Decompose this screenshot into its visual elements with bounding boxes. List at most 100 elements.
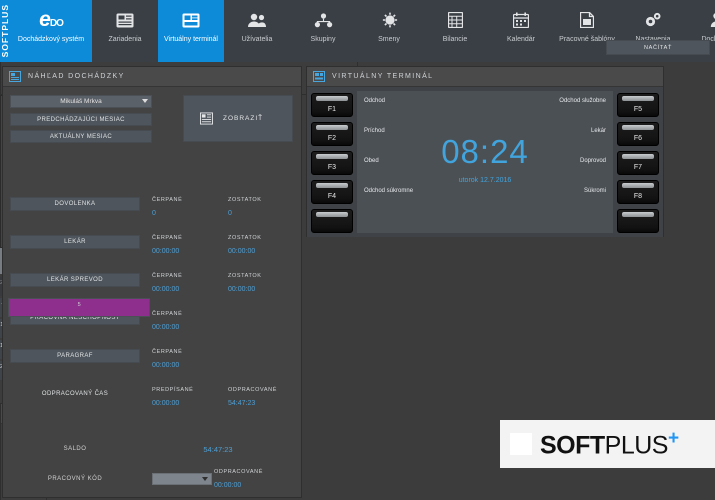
ribbon-item-bilancie[interactable]: Bilancie	[422, 0, 488, 62]
function-key-blank-4[interactable]	[617, 209, 659, 233]
calendar-icon	[513, 7, 529, 33]
month-button-group: PREDCHÁDZAJÚCI MESIAC AKTUÁLNY MESIAC	[10, 113, 152, 143]
show-button-label: ZOBRAZIŤ	[223, 115, 263, 122]
metric-label: ODPRACOVANÉ	[228, 387, 292, 393]
work-code-select[interactable]	[152, 473, 212, 485]
terminal-icon	[182, 7, 200, 33]
balance-row-metric-1: ČERPANÉ00:00:00	[140, 311, 216, 331]
function-key-f6[interactable]: F6	[617, 122, 659, 146]
terminal-icon	[312, 71, 325, 83]
work-code-worked-value: 00:00:00	[214, 482, 286, 489]
watermark-text: SOFTPLUS+	[540, 428, 679, 460]
function-key-f4[interactable]: F4	[311, 180, 353, 204]
function-key-blank-4[interactable]	[311, 209, 353, 233]
metric-label: ZOSTATOK	[228, 197, 292, 203]
metric-label: ČERPANÉ	[152, 349, 216, 355]
terminal-screen: OdchodPríchodObedOdchod súkromne Odchod …	[357, 91, 613, 233]
metric-value: 00:00:00	[152, 362, 216, 369]
balance-row-label[interactable]: PARAGRAF	[10, 349, 140, 363]
metric-value: 0	[152, 210, 216, 217]
watermark-bold: SOFT	[540, 431, 605, 459]
load-button-secondary[interactable]: NAČÍTAŤ	[606, 40, 710, 55]
brand-strip: SOFTPLUS	[0, 0, 10, 62]
ribbon-item-skupiny[interactable]: Skupiny	[290, 0, 356, 62]
function-keys-left: F1 F2 F3 F4	[311, 91, 353, 233]
metric-label: ZOSTATOK	[228, 273, 292, 279]
balance-row-metric-2: ODPRACOVANÉ 54:47:23	[216, 387, 292, 407]
function-key-label: F4	[328, 193, 336, 200]
function-key-f7[interactable]: F7	[617, 151, 659, 175]
balance-row-label[interactable]: LEKÁR SPREVOD	[10, 273, 140, 287]
metric-value: 00:00:00	[228, 286, 292, 293]
metric-value: 00:00:00	[152, 400, 216, 407]
balance-row-metric-2: ZOSTATOK 00:00:00	[216, 273, 292, 293]
function-key-label: F6	[634, 135, 642, 142]
work-code-label: PRACOVNÝ KÓD	[10, 469, 140, 482]
attendance-icon	[710, 7, 715, 33]
edo-logo-icon: eDO	[39, 7, 63, 33]
watermark-light: PLUS	[605, 431, 668, 459]
metric-value: 54:47:23	[228, 400, 292, 407]
balance-icon	[448, 7, 463, 33]
ribbon-item-label: Skupiny	[309, 36, 338, 45]
ribbon-item-smeny[interactable]: Smeny	[356, 0, 422, 62]
balance-row-label: ODPRACOVANÝ ČAS	[10, 387, 140, 401]
function-keys-right: F5 F6 F7 F8	[617, 91, 659, 233]
virtual-terminal-title: VIRTUÁLNY TERMINÁL	[332, 73, 433, 80]
metric-value: 00:00:00	[152, 286, 216, 293]
user-select[interactable]: Mikuláš Mrkva	[10, 95, 152, 108]
ribbon-item-virtu-lny-termin-l[interactable]: Virtuálny terminál	[158, 0, 224, 62]
balance-row-metric-2: ZOSTATOK0	[216, 197, 292, 217]
chevron-down-icon	[142, 99, 148, 103]
calendar-day[interactable]: 5	[8, 298, 150, 317]
metric-label: ČERPANÉ	[152, 235, 216, 241]
function-key-f5[interactable]: F5	[617, 93, 659, 117]
ribbon-item-label: Virtuálny terminál	[162, 36, 220, 45]
terminal-action-label-f4: Odchod súkromne	[364, 188, 413, 194]
balance-row-metric-1: ČERPANÉ00:00:00	[140, 273, 216, 293]
table-icon	[200, 113, 213, 125]
chevron-down-icon	[202, 477, 208, 481]
function-key-label: F7	[634, 164, 642, 171]
work-code-row: PRACOVNÝ KÓD ODPRACOVANÉ 00:00:00	[10, 469, 296, 500]
watermark-plus: +	[668, 428, 679, 449]
attendance-preview-header: NÁHĽAD DOCHÁDZKY	[3, 67, 301, 87]
metric-label: ČERPANÉ	[152, 311, 216, 317]
softplus-watermark: SOFTPLUS+	[500, 420, 715, 468]
gear-icon	[644, 7, 662, 33]
function-key-label: F8	[634, 193, 642, 200]
template-icon	[580, 7, 594, 33]
work-code-worked: ODPRACOVANÉ 00:00:00	[210, 469, 286, 489]
ribbon-item-zariadenia[interactable]: Zariadenia	[92, 0, 158, 62]
balance-row: PARAGRAF ČERPANÉ 00:00:00	[10, 349, 296, 387]
balance-row: LEKÁRČERPANÉ00:00:00ZOSTATOK00:00:00	[10, 235, 296, 273]
ribbon-item-label: Zariadenia	[106, 36, 143, 45]
device-icon	[116, 7, 134, 33]
current-month-button[interactable]: AKTUÁLNY MESIAC	[10, 130, 152, 143]
ribbon-item-kalend-r[interactable]: Kalendár	[488, 0, 554, 62]
brand-vertical-label: SOFTPLUS	[0, 4, 10, 57]
function-key-f3[interactable]: F3	[311, 151, 353, 175]
terminal-action-label-f1: Odchod	[364, 98, 385, 104]
balance-row: ODPRACOVANÝ ČASPREDPÍSANÉ00:00:00ODPRACO…	[10, 387, 296, 425]
work-code-worked-label: ODPRACOVANÉ	[214, 469, 286, 475]
function-key-label: F5	[634, 106, 642, 113]
show-button[interactable]: ZOBRAZIŤ	[183, 95, 293, 142]
previous-month-button[interactable]: PREDCHÁDZAJÚCI MESIAC	[10, 113, 152, 126]
function-key-f8[interactable]: F8	[617, 180, 659, 204]
function-key-label: F1	[328, 106, 336, 113]
attendance-preview-body: Mikuláš Mrkva PREDCHÁDZAJÚCI MESIAC AKTU…	[3, 87, 301, 498]
balance-row-metric-1: ČERPANÉ 00:00:00	[140, 349, 216, 369]
ribbon-item-doch-dzkov-syst-m[interactable]: eDODochádzkový systém	[10, 0, 92, 62]
saldo-label: SALDO	[10, 446, 140, 452]
ribbon-item-u-vatelia[interactable]: Užívatelia	[224, 0, 290, 62]
terminal-action-label-f8: Súkromi	[584, 188, 606, 194]
terminal-action-label-f5: Odchod služobne	[559, 98, 606, 104]
balance-row-label[interactable]: DOVOLENKA	[10, 197, 140, 211]
balance-row-label[interactable]: LEKÁR	[10, 235, 140, 249]
metric-label: ČERPANÉ	[152, 197, 216, 203]
metric-value: 00:00:00	[228, 248, 292, 255]
function-key-f1[interactable]: F1	[311, 93, 353, 117]
ribbon-item-label: Bilancie	[441, 36, 470, 45]
function-key-f2[interactable]: F2	[311, 122, 353, 146]
